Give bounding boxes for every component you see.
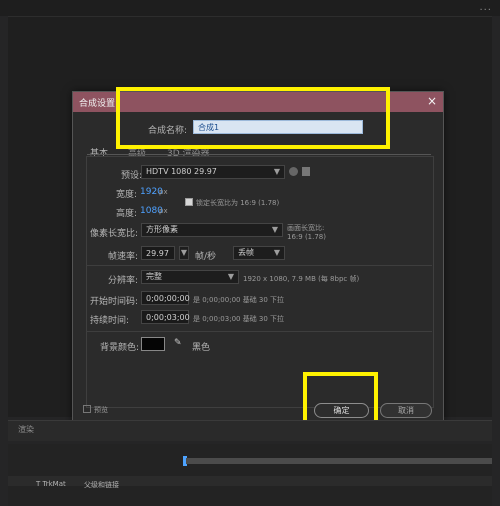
duration-input[interactable]: 0;00;03;00 bbox=[141, 310, 190, 324]
chevron-down-icon: ▼ bbox=[180, 248, 187, 257]
frame-rate-label: 帧速率: bbox=[108, 252, 139, 262]
duration-label: 持续时间: bbox=[90, 316, 130, 326]
preset-label: 预设: bbox=[121, 171, 143, 181]
app-topbar bbox=[0, 0, 500, 16]
timeline-ruler[interactable] bbox=[186, 458, 492, 464]
start-timecode-input[interactable]: 0;00;00;00 bbox=[141, 291, 190, 305]
frame-aspect-value: 16:9 (1.78) bbox=[287, 233, 326, 241]
drop-frame-value: 丢帧 bbox=[238, 248, 254, 257]
drop-frame-select[interactable]: 丢帧 ▼ bbox=[233, 246, 285, 260]
preview-label: 预览 bbox=[94, 406, 108, 414]
delete-icon[interactable] bbox=[302, 167, 310, 176]
background-color-label: 背景颜色: bbox=[100, 343, 140, 353]
window-controls[interactable]: ... bbox=[479, 2, 492, 13]
track-row bbox=[8, 476, 492, 486]
cancel-button[interactable]: 取消 bbox=[380, 403, 432, 418]
width-label: 宽度: bbox=[116, 190, 138, 200]
frame-aspect-label: 画面长宽比: bbox=[287, 224, 325, 232]
preview-checkbox[interactable] bbox=[83, 405, 91, 413]
frame-rate-dropdown[interactable]: ▼ bbox=[179, 246, 189, 260]
frame-rate-input[interactable]: 29.97 bbox=[141, 246, 175, 260]
background-color-name: 黑色 bbox=[192, 343, 211, 353]
section-divider bbox=[86, 265, 432, 266]
start-timecode-info: 是 0;00;00;00 基础 30 下拉 bbox=[193, 296, 285, 304]
pixel-aspect-value: 方形像素 bbox=[146, 225, 178, 234]
pixel-aspect-label: 像素长宽比: bbox=[90, 229, 139, 239]
resolution-select[interactable]: 完整 ▼ bbox=[141, 270, 239, 284]
lower-panel-strip bbox=[8, 420, 492, 441]
parent-link-label: 父级和链接 bbox=[84, 481, 119, 489]
start-timecode-label: 开始时间码: bbox=[90, 297, 139, 307]
resolution-label: 分辨率: bbox=[108, 276, 139, 286]
frame-rate-unit: 帧/秒 bbox=[195, 252, 217, 262]
timeline-panel bbox=[8, 444, 492, 506]
preset-info-icon bbox=[289, 167, 298, 176]
tab-divider bbox=[87, 154, 431, 155]
lower-panel-label: 渲染 bbox=[18, 425, 34, 434]
background-color-swatch[interactable] bbox=[141, 337, 165, 351]
resolution-info: 1920 x 1080, 7.9 MB (每 8bpc 帧) bbox=[243, 275, 360, 283]
width-unit: px bbox=[159, 188, 168, 196]
lock-aspect-label: 锁定长宽比为 16:9 (1.78) bbox=[196, 199, 280, 207]
preset-value: HDTV 1080 29.97 bbox=[146, 167, 217, 176]
chevron-down-icon: ▼ bbox=[227, 272, 234, 281]
chevron-down-icon: ▼ bbox=[271, 225, 278, 234]
highlight-composition-name bbox=[116, 87, 390, 149]
preset-select[interactable]: HDTV 1080 29.97 ▼ bbox=[141, 165, 285, 179]
height-label: 高度: bbox=[116, 209, 138, 219]
pixel-aspect-select[interactable]: 方形像素 ▼ bbox=[141, 223, 283, 237]
chevron-down-icon: ▼ bbox=[273, 248, 280, 257]
chevron-down-icon: ▼ bbox=[273, 167, 280, 176]
duration-info: 是 0;00;03;00 基础 30 下拉 bbox=[193, 315, 285, 323]
close-icon[interactable]: × bbox=[427, 94, 437, 108]
eyedropper-icon[interactable]: ✎ bbox=[174, 338, 182, 349]
dialog-title: 合成设置 bbox=[79, 99, 116, 109]
lock-aspect-checkbox[interactable] bbox=[185, 198, 193, 206]
resolution-value: 完整 bbox=[146, 272, 162, 281]
track-matte-label: T TrkMat bbox=[36, 480, 66, 488]
section-divider bbox=[86, 331, 432, 332]
height-unit: px bbox=[159, 207, 168, 215]
